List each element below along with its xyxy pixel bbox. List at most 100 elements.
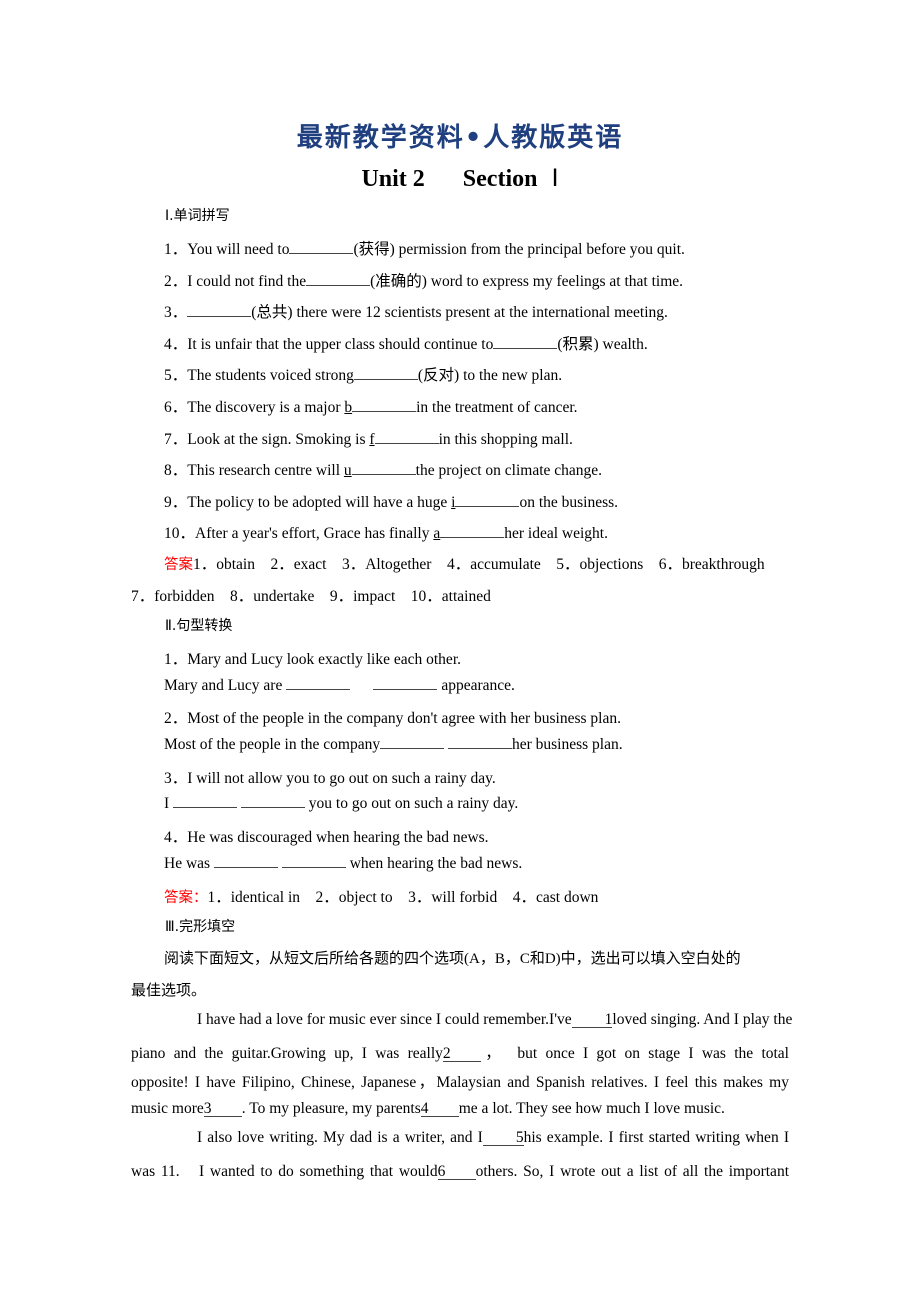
question-text-after: (反对) to the new plan.	[417, 367, 563, 385]
passage-text: I also love writing. My dad is a writer,…	[197, 1129, 483, 1147]
answer-blank[interactable]	[380, 736, 445, 749]
question-number: 1．	[164, 651, 188, 668]
vocabulary-question: 10．After a year's effort, Grace has fina…	[164, 521, 608, 543]
answer-blank[interactable]	[240, 795, 305, 809]
cloze-blank[interactable]: 2	[442, 1045, 481, 1062]
section-1-heading: Ⅰ.单词拼写	[165, 208, 230, 224]
answer-blank[interactable]	[455, 494, 520, 507]
question-text-before: It is unfair that the upper class should…	[187, 335, 494, 353]
question-text-after: in this shopping mall.	[438, 430, 573, 448]
unit-section-heading: Unit 2 Section Ⅰ	[0, 164, 920, 193]
answer-blank[interactable]	[493, 336, 558, 349]
original-sentence: 4．He was discouraged when hearing the ba…	[164, 825, 489, 847]
cloze-blank[interactable]: 6	[437, 1164, 476, 1180]
section-2-heading: Ⅱ.句型转换	[165, 618, 233, 634]
original-sentence: 3．I will not allow you to go out on such…	[164, 766, 496, 788]
rewrite-sentence: He was when hearing the bad news.	[164, 855, 522, 873]
hint-letter: b	[344, 399, 353, 416]
passage-text: ， but once I got on stage I was the tota…	[480, 1044, 789, 1062]
passage-line: I also love writing. My dad is a writer,…	[164, 1129, 789, 1147]
question-text-after: (获得) permission from the principal befor…	[353, 241, 685, 258]
vocabulary-question: 9．The policy to be adopted will have a h…	[164, 490, 618, 512]
cloze-blank[interactable]: 1	[571, 1012, 613, 1028]
answer-label: 答案：	[164, 890, 208, 906]
question-text-after: (准确的) word to express my feelings at tha…	[370, 272, 684, 290]
section-numeral: Ⅰ	[551, 166, 559, 192]
answer-blank[interactable]	[373, 677, 438, 690]
hint-letter: u	[343, 462, 352, 480]
question-text-before: The students voiced strong	[187, 367, 354, 385]
vocabulary-question: 7．Look at the sign. Smoking is f in this …	[164, 427, 573, 449]
question-number: 7．	[164, 430, 188, 448]
passage-text: others. So, I wrote out a list of all th…	[475, 1163, 789, 1180]
question-number: 1．	[164, 241, 188, 258]
answer-blank[interactable]	[352, 399, 417, 412]
passage-text: was 11. I wanted to do something that wo…	[131, 1163, 438, 1180]
answer-blank[interactable]	[187, 304, 252, 318]
cloze-blank[interactable]: 3	[203, 1101, 242, 1117]
passage-text: opposite! I have Filipino, Chinese, Japa…	[131, 1074, 789, 1092]
rewrite-text-before: He was	[164, 854, 214, 872]
cloze-blank[interactable]: 4	[420, 1101, 459, 1117]
question-text-before: You will need to	[187, 241, 290, 258]
answer-blank[interactable]	[440, 525, 505, 539]
vocabulary-question: 6．The discovery is a major b in the treat…	[164, 395, 578, 417]
answer-blank[interactable]	[289, 241, 354, 254]
section-label: Section	[462, 166, 538, 192]
question-number: 4．	[164, 828, 188, 846]
section-1-answer-line-1: 答案1．obtain 2．exact 3．Altogether 4．accumu…	[164, 552, 765, 574]
unit-label: Unit 2	[361, 166, 425, 192]
answer-text: 1．identical in 2．object to 3．will forbid…	[207, 889, 599, 906]
answer-blank[interactable]	[281, 855, 346, 868]
original-sentence: 1．Mary and Lucy look exactly like each o…	[164, 647, 461, 669]
passage-line: opposite! I have Filipino, Chinese, Japa…	[131, 1070, 789, 1092]
vocabulary-question: 4．It is unfair that the upper class shou…	[164, 332, 648, 354]
cloze-instructions-line-2: 最佳选项。	[131, 983, 207, 999]
rewrite-sentence: I you to go out on such a rainy day.	[164, 795, 518, 813]
hint-letter: a	[433, 525, 441, 543]
answer-blank[interactable]	[173, 795, 238, 809]
answer-blank[interactable]	[353, 367, 418, 381]
passage-text: I have had a love for music ever since I…	[197, 1011, 572, 1028]
question-number: 4．	[164, 335, 188, 353]
answer-blank[interactable]	[213, 855, 278, 868]
rewrite-sentence: Most of the people in the company her bu…	[164, 736, 623, 754]
passage-line: music more3. To my pleasure, my parents4…	[131, 1100, 789, 1118]
answer-blank[interactable]	[374, 431, 439, 444]
answer-blank[interactable]	[447, 736, 512, 749]
section-3-heading: Ⅲ.完形填空	[165, 919, 236, 935]
rewrite-sentence: Mary and Lucy are appearance.	[164, 677, 515, 695]
question-text-before: After a year's effort, Grace has finally	[195, 525, 434, 543]
question-number: 2．	[164, 272, 188, 290]
question-number: 9．	[164, 493, 188, 511]
question-text-before: This research centre will	[187, 462, 344, 480]
vocabulary-question: 5．The students voiced strong (反对) to the …	[164, 363, 562, 385]
vocabulary-question: 3． (总共) there were 12 scientists present …	[164, 300, 668, 322]
answer-blank[interactable]	[286, 677, 351, 690]
original-text: He was discouraged when hearing the bad …	[187, 828, 489, 846]
original-text: Most of the people in the company don't …	[187, 710, 621, 728]
cloze-blank[interactable]: 5	[482, 1130, 524, 1147]
vocabulary-question: 8．This research centre will u the project…	[164, 458, 602, 480]
passage-text: his example. I first started writing whe…	[523, 1129, 789, 1147]
vocabulary-question: 1．You will need to (获得) permission from t…	[164, 237, 685, 259]
question-number: 2．	[164, 710, 188, 728]
question-text-after: the project on climate change.	[415, 462, 603, 480]
question-text-after: (总共) there were 12 scientists present at…	[251, 304, 668, 322]
answer-text: 1．obtain 2．exact 3．Altogether 4．accumula…	[193, 556, 765, 573]
question-number: 10．	[164, 525, 196, 543]
answer-blank[interactable]	[306, 273, 371, 286]
cloze-instructions-line-1: 阅读下面短文，从短文后所给各题的四个选项(A，B，C和D)中，选出可以填入空白处…	[164, 951, 741, 967]
question-number: 3．	[164, 769, 188, 787]
passage-line: piano and the guitar.Growing up, I was r…	[131, 1041, 789, 1063]
rewrite-text-before: Mary and Lucy are	[164, 676, 287, 694]
question-text-after: on the business.	[519, 493, 619, 511]
passage-text: loved singing. And I play the	[612, 1011, 793, 1028]
question-number: 8．	[164, 462, 188, 480]
question-text-after: in the treatment of cancer.	[416, 399, 578, 416]
question-number: 5．	[164, 367, 188, 385]
question-text-before: I could not find the	[187, 272, 307, 290]
passage-line: I have had a love for music ever since I…	[164, 1011, 793, 1029]
answer-blank[interactable]	[351, 462, 416, 476]
answer-label: 答案	[164, 557, 193, 573]
